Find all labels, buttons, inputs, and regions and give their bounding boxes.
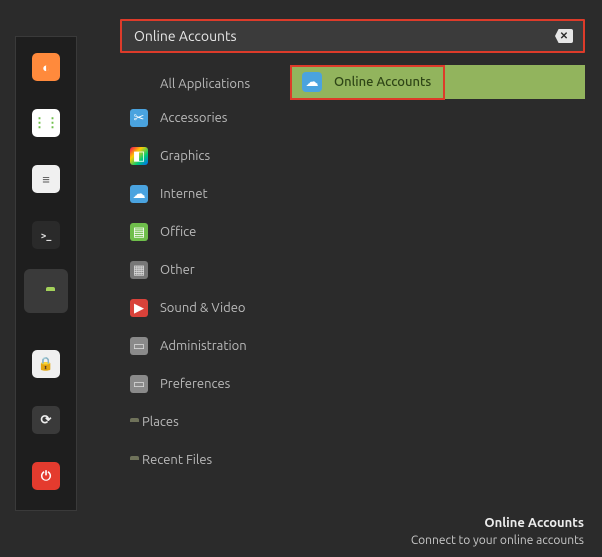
search-field-highlight: ✕ (120, 19, 585, 53)
settings-icon: ≡ (32, 165, 60, 193)
category-label: Other (160, 263, 195, 277)
clear-search-icon[interactable]: ✕ (555, 29, 573, 43)
category-label: Accessories (160, 111, 227, 125)
category-administration[interactable]: ▭ Administration (128, 327, 288, 365)
launcher-lock[interactable]: 🔒 (24, 342, 68, 386)
apps-icon: ⋮⋮ (32, 109, 60, 137)
category-other[interactable]: ▦ Other (128, 251, 288, 289)
cloud-icon: ☁ (130, 185, 148, 203)
category-label: Preferences (160, 377, 230, 391)
category-accessories[interactable]: ✂ Accessories (128, 99, 288, 137)
category-graphics[interactable]: ◧ Graphics (128, 137, 288, 175)
tooltip-title: Online Accounts (411, 515, 584, 533)
play-icon: ▶ (130, 299, 148, 317)
category-preferences[interactable]: ▭ Preferences (128, 365, 288, 403)
search-input[interactable] (134, 28, 555, 44)
app-description-tooltip: Online Accounts Connect to your online a… (411, 515, 584, 549)
favorites-sidebar: ◐ ⋮⋮ ≡ >_ 🔒 ⟳ ⏻ (15, 36, 77, 511)
logout-icon: ⟳ (32, 406, 60, 434)
power-icon: ⏻ (32, 462, 60, 490)
launcher-logout[interactable]: ⟳ (24, 398, 68, 442)
category-label: Internet (160, 187, 208, 201)
category-label: Places (142, 415, 179, 429)
result-label: Online Accounts (334, 75, 431, 89)
launcher-terminal[interactable]: >_ (24, 213, 68, 257)
launcher-settings[interactable]: ≡ (24, 157, 68, 201)
category-internet[interactable]: ☁ Internet (128, 175, 288, 213)
launcher-files[interactable] (24, 269, 68, 313)
prefs-icon: ▭ (130, 375, 148, 393)
tooltip-subtitle: Connect to your online accounts (411, 533, 584, 549)
document-icon: ▤ (130, 223, 148, 241)
category-places[interactable]: Places (128, 403, 288, 441)
category-label: Graphics (160, 149, 210, 163)
lock-icon: 🔒 (32, 350, 60, 378)
category-all-applications[interactable]: All Applications (128, 69, 288, 99)
terminal-icon: >_ (32, 221, 60, 249)
category-office[interactable]: ▤ Office (128, 213, 288, 251)
admin-icon: ▭ (130, 337, 148, 355)
launcher-power[interactable]: ⏻ (24, 454, 68, 498)
category-label: Recent Files (142, 453, 212, 467)
grid-icon: ▦ (130, 261, 148, 279)
search-results: ☁ Online Accounts (292, 65, 585, 99)
category-sound-video[interactable]: ▶ Sound & Video (128, 289, 288, 327)
launcher-apps[interactable]: ⋮⋮ (24, 101, 68, 145)
category-label: Office (160, 225, 196, 239)
cloud-icon: ☁ (302, 72, 322, 92)
category-recent-files[interactable]: Recent Files (128, 441, 288, 479)
category-label: All Applications (160, 77, 250, 91)
palette-icon: ◧ (130, 147, 148, 165)
category-list: All Applications ✂ Accessories ◧ Graphic… (128, 69, 288, 479)
launcher-firefox[interactable]: ◐ (24, 45, 68, 89)
category-label: Administration (160, 339, 247, 353)
firefox-icon: ◐ (32, 53, 60, 81)
result-online-accounts[interactable]: ☁ Online Accounts (292, 65, 585, 99)
scissors-icon: ✂ (130, 109, 148, 127)
category-label: Sound & Video (160, 301, 246, 315)
